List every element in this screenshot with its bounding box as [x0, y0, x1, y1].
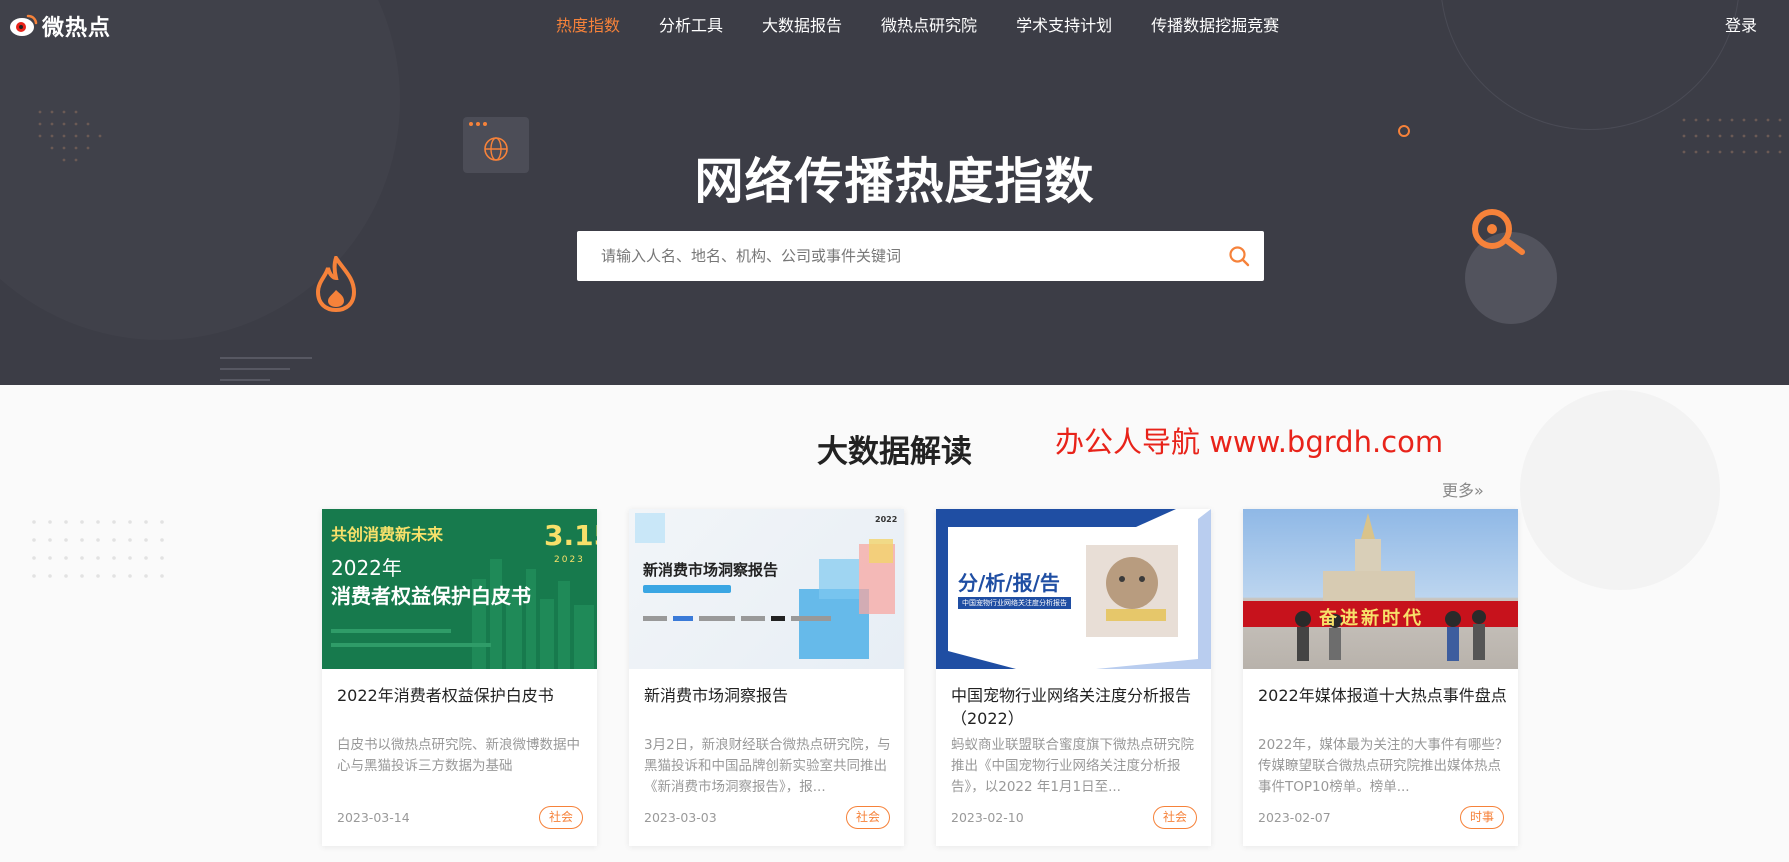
- decor-ring: [1398, 125, 1410, 137]
- card-tag[interactable]: 时事: [1459, 806, 1504, 829]
- card-title[interactable]: 新消费市场洞察报告: [644, 684, 894, 707]
- brand-name: 微热点: [42, 16, 112, 41]
- card-description: 2022年，媒体最为关注的大事件有哪些？传媒瞭望联合微热点研究院推出媒体热点事件…: [1258, 737, 1509, 795]
- card-date: 2023-02-07: [1258, 810, 1331, 825]
- search-button[interactable]: [1214, 231, 1264, 281]
- thumb-banner-text: 奋进新时代: [1319, 608, 1424, 629]
- card-tag[interactable]: 社会: [538, 806, 583, 829]
- report-card[interactable]: 共创消费新未来 2022年 消费者权益保护白皮书 3.15 2023 2022年…: [322, 509, 597, 846]
- card-date: 2023-03-03: [644, 810, 717, 825]
- section-title: 大数据解读: [817, 434, 972, 470]
- thumb-subtitle-bar: [643, 585, 731, 593]
- card-title[interactable]: 2022年媒体报道十大热点事件盘点: [1258, 684, 1508, 707]
- card-description: 白皮书以微热点研究院、新浪微博数据中心与黑猫投诉三方数据为基础: [337, 737, 580, 774]
- thumb-year: 2022年: [331, 556, 402, 580]
- report-card[interactable]: 分/析/报/告 中国宠物行业网络关注度分析报告 中国宠物行业网络关注度分析报告（…: [936, 509, 1211, 846]
- dots-pattern: [32, 520, 164, 578]
- main-nav: 热度指数 分析工具 大数据报告 微热点研究院 学术支持计划 传播数据挖掘竞赛: [556, 12, 1318, 36]
- top-nav: 微热点 热度指数 分析工具 大数据报告 微热点研究院 学术支持计划 传播数据挖掘…: [0, 0, 1789, 46]
- nav-item-heat-index[interactable]: 热度指数: [556, 12, 620, 36]
- search-bar: [577, 231, 1264, 281]
- weibo-eye-logo-icon: [10, 14, 38, 36]
- nav-item-research-institute[interactable]: 微热点研究院: [881, 12, 977, 36]
- sponsor-logos: [643, 616, 831, 621]
- nav-item-big-data-reports[interactable]: 大数据报告: [762, 12, 842, 36]
- report-cards: 共创消费新未来 2022年 消费者权益保护白皮书 3.15 2023 2022年…: [322, 509, 1518, 846]
- thumb-heading: 新消费市场洞察报告: [643, 561, 779, 579]
- decor-circle: [1520, 390, 1720, 590]
- login-link[interactable]: 登录: [1725, 12, 1757, 36]
- nav-item-analysis-tools[interactable]: 分析工具: [659, 12, 723, 36]
- card-description: 3月2日，新浪财经联合微热点研究院，与黑猫投诉和中国品牌创新实验室共同推出《新消…: [644, 737, 891, 795]
- decor-lines: [220, 357, 312, 381]
- watermark-text: 办公人导航 www.bgrdh.com: [1055, 425, 1444, 459]
- card-date: 2023-02-10: [951, 810, 1024, 825]
- card-title[interactable]: 中国宠物行业网络关注度分析报告（2022）: [951, 684, 1201, 730]
- thumb-subtitle: 中国宠物行业网络关注度分析报告: [958, 597, 1071, 609]
- report-thumbnail: 奋进新时代: [1243, 509, 1518, 669]
- brand-logo[interactable]: 微热点: [8, 10, 111, 42]
- report-card[interactable]: 2022 新消费市场洞察报告 新消费市场洞察报告 3月2日，新浪财经联合微热点研…: [629, 509, 904, 846]
- card-title[interactable]: 2022年消费者权益保护白皮书: [337, 684, 587, 707]
- report-card[interactable]: 奋进新时代 2022年媒体报道十大热点事件盘点 2022年，媒体最为关注的大事件…: [1243, 509, 1518, 846]
- thumb-heading: 消费者权益保护白皮书: [331, 584, 531, 608]
- hero-banner: 微热点 热度指数 分析工具 大数据报告 微热点研究院 学术支持计划 传播数据挖掘…: [0, 0, 1789, 385]
- thumb-heading: 分/析/报/告: [958, 571, 1060, 595]
- card-tag[interactable]: 社会: [845, 806, 890, 829]
- flame-icon: [315, 256, 357, 312]
- report-thumbnail: 2022 新消费市场洞察报告: [629, 509, 904, 669]
- report-thumbnail: 共创消费新未来 2022年 消费者权益保护白皮书 3.15 2023: [322, 509, 597, 669]
- hero-title: 网络传播热度指数: [694, 153, 1095, 210]
- more-link[interactable]: 更多»: [1442, 477, 1484, 501]
- nav-item-academic-support[interactable]: 学术支持计划: [1016, 12, 1112, 36]
- thumb-slogan: 共创消费新未来: [331, 525, 444, 544]
- sponsor-logos: [331, 629, 501, 647]
- nav-item-data-mining-contest[interactable]: 传播数据挖掘竞赛: [1151, 12, 1279, 36]
- thumb-badge-year: 2023: [554, 555, 585, 565]
- photo-graphic: [1243, 513, 1518, 661]
- report-thumbnail: 分/析/报/告 中国宠物行业网络关注度分析报告: [936, 509, 1211, 669]
- card-tag[interactable]: 社会: [1152, 806, 1197, 829]
- search-icon: [1229, 246, 1250, 267]
- thumb-badge: 3.15: [544, 519, 597, 552]
- search-input[interactable]: [577, 231, 1214, 281]
- magnifier-icon: [1472, 209, 1525, 255]
- card-date: 2023-03-14: [337, 810, 410, 825]
- thumb-year: 2022: [875, 515, 898, 524]
- card-description: 蚂蚁商业联盟联合蜜度旗下微热点研究院推出《中国宠物行业网络关注度分析报告》，以2…: [951, 737, 1194, 795]
